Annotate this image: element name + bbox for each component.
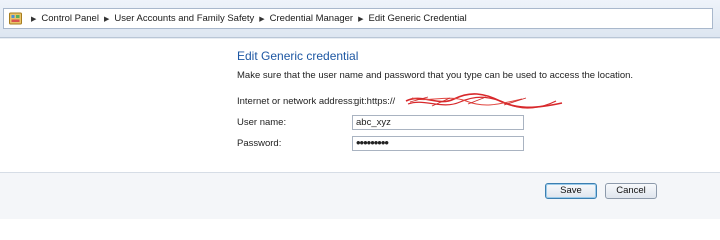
username-field[interactable] xyxy=(352,115,524,130)
triangle-right-icon[interactable]: ▶ xyxy=(259,10,264,29)
breadcrumb-credential-manager[interactable]: Credential Manager xyxy=(270,13,353,24)
page-title: Edit Generic credential xyxy=(237,49,359,63)
breadcrumb[interactable]: ▶ Control Panel ▶ User Accounts and Family … xyxy=(3,8,713,29)
breadcrumb-user-accounts[interactable]: User Accounts and Family Safety xyxy=(114,13,254,24)
address-value: git:https:// xyxy=(354,96,396,107)
divider xyxy=(0,38,720,39)
triangle-right-icon[interactable]: ▶ xyxy=(358,10,363,29)
triangle-right-icon[interactable]: ▶ xyxy=(104,10,109,29)
password-label: Password: xyxy=(237,138,282,149)
page-description: Make sure that the user name and passwor… xyxy=(237,70,634,81)
control-panel-icon xyxy=(9,12,22,25)
breadcrumb-control-panel[interactable]: Control Panel xyxy=(41,13,99,24)
username-label: User name: xyxy=(237,117,287,128)
address-bar: ▶ Control Panel ▶ User Accounts and Family … xyxy=(0,0,720,38)
password-field[interactable]: ••••••••• xyxy=(352,136,524,151)
cancel-button[interactable]: Cancel xyxy=(605,183,657,199)
address-label: Internet or network address: xyxy=(237,96,356,107)
triangle-right-icon[interactable]: ▶ xyxy=(31,10,36,29)
save-button[interactable]: Save xyxy=(545,183,597,199)
breadcrumb-edit-generic-credential: Edit Generic Credential xyxy=(368,13,467,24)
redaction-scribble xyxy=(405,93,563,109)
